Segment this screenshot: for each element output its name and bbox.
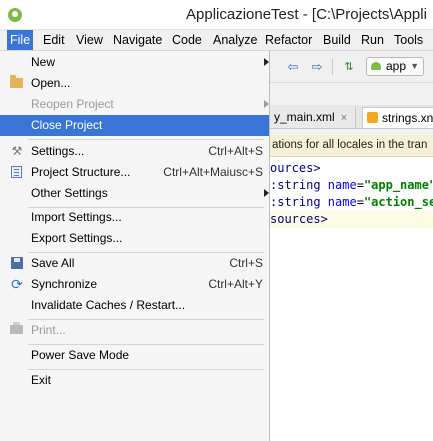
menu-item-label: Invalidate Caches / Restart...: [31, 298, 186, 312]
menu-item-synchronize[interactable]: ⟳ Synchronize Ctrl+Alt+Y: [0, 274, 269, 295]
menu-navigate[interactable]: Navigate: [110, 30, 165, 50]
code-line: :string name="action_se: [270, 194, 433, 211]
menu-item-label: Import Settings...: [31, 210, 122, 224]
menu-item-label: Reopen Project: [31, 97, 114, 111]
sync-icon: ⟳: [11, 276, 23, 292]
menu-item-shortcut: Ctrl+S: [229, 256, 263, 270]
make-project-icon[interactable]: ⇅: [340, 58, 358, 76]
menu-item-settings[interactable]: ⚒ Settings... Ctrl+Alt+S: [0, 141, 269, 162]
menu-item-label: Power Save Mode: [31, 348, 130, 362]
menu-item-save-all[interactable]: Save All Ctrl+S: [0, 253, 269, 274]
tab-strings[interactable]: strings.xn: [362, 107, 433, 128]
chevron-down-icon: ▼: [410, 61, 419, 71]
menu-code[interactable]: Code: [169, 30, 205, 50]
menu-item-label: Project Structure...: [31, 165, 131, 179]
toolbar-separator: [332, 59, 333, 75]
tab-label: strings.xn: [382, 111, 433, 125]
menu-item-shortcut: Ctrl+Alt+Maiusc+S: [163, 165, 263, 179]
run-configuration-label: app: [386, 59, 407, 73]
menu-bar: File Edit View Navigate Code Analyze Ref…: [0, 30, 433, 51]
xml-tag: sources>: [270, 212, 328, 226]
translations-notice: ations for all locales in the tran: [270, 135, 433, 157]
xml-file-icon: [367, 112, 378, 123]
menu-item-exit[interactable]: Exit: [0, 370, 269, 391]
title-bar: ApplicazioneTest - [C:\Projects\Appli: [0, 0, 433, 30]
menu-item-import-settings[interactable]: Import Settings...: [0, 207, 269, 228]
menu-item-new[interactable]: New: [0, 52, 269, 73]
code-editor[interactable]: ources> :string name="app_name" :string …: [270, 157, 433, 441]
menu-run[interactable]: Run: [358, 30, 387, 50]
menu-item-label: Save All: [31, 256, 75, 270]
xml-attribute: name: [327, 195, 357, 209]
menu-item-other-settings[interactable]: Other Settings: [0, 183, 269, 204]
save-icon: [11, 257, 23, 269]
tab-label: y_main.xml: [274, 110, 335, 124]
folder-icon: [10, 75, 23, 88]
xml-tag: :string: [270, 178, 328, 192]
code-line: :string name="app_name": [270, 177, 433, 194]
submenu-arrow-icon: [264, 100, 269, 108]
run-configuration-select[interactable]: app ▼: [366, 57, 424, 76]
arrow-left-icon[interactable]: ⇦: [284, 58, 302, 76]
arrow-right-icon[interactable]: ⇨: [308, 58, 326, 76]
project-structure-icon: [11, 166, 22, 178]
window-title: ApplicazioneTest - [C:\Projects\Appli: [186, 6, 427, 23]
menu-build[interactable]: Build: [320, 30, 354, 50]
submenu-arrow-icon: [264, 58, 269, 66]
menu-item-label: Export Settings...: [31, 231, 123, 245]
xml-tag: ources>: [270, 161, 321, 175]
xml-equals: =: [356, 195, 364, 209]
android-icon: [371, 62, 381, 70]
file-menu-dropdown: New Open... Reopen Project Close Project…: [0, 51, 270, 441]
menu-item-power-save-mode[interactable]: Power Save Mode: [0, 345, 269, 366]
menu-item-label: Synchronize: [31, 277, 98, 291]
menu-edit[interactable]: Edit: [40, 30, 68, 50]
print-icon: [10, 322, 23, 334]
menu-item-label: Other Settings: [31, 186, 108, 200]
menu-item-invalidate-caches[interactable]: Invalidate Caches / Restart...: [0, 295, 269, 316]
menu-item-shortcut: Ctrl+Alt+Y: [208, 277, 263, 291]
close-icon[interactable]: ×: [341, 112, 347, 124]
xml-tag: :string: [270, 195, 328, 209]
menu-item-project-structure[interactable]: Project Structure... Ctrl+Alt+Maiusc+S: [0, 162, 269, 183]
tab-activity-main[interactable]: y_main.xml ×: [270, 107, 356, 128]
main-toolbar: ⇦ ⇨ ⇅ app ▼: [270, 51, 433, 83]
xml-equals: =: [356, 178, 364, 192]
menu-item-label: Close Project: [31, 118, 103, 132]
xml-value: "app_name": [363, 178, 433, 192]
menu-item-close-project[interactable]: Close Project: [0, 115, 269, 136]
wrench-icon: ⚒: [11, 144, 23, 158]
menu-view[interactable]: View: [73, 30, 106, 50]
xml-attribute: name: [327, 178, 357, 192]
code-line: ources>: [270, 160, 321, 177]
menu-file[interactable]: File: [7, 30, 34, 50]
xml-value: "action_se: [363, 195, 433, 209]
menu-item-print: Print...: [0, 320, 269, 341]
menu-item-open[interactable]: Open...: [0, 73, 269, 94]
submenu-arrow-icon: [264, 189, 269, 197]
code-line: sources>: [270, 211, 433, 228]
menu-item-export-settings[interactable]: Export Settings...: [0, 228, 269, 249]
menu-item-shortcut: Ctrl+Alt+S: [208, 144, 263, 158]
menu-item-label: New: [31, 55, 56, 69]
menu-separator: [28, 139, 264, 140]
menu-item-label: Exit: [31, 373, 52, 387]
menu-refactor[interactable]: Refactor: [262, 30, 315, 50]
menu-item-label: Open...: [31, 76, 71, 90]
menu-item-label: Settings...: [31, 144, 85, 158]
android-studio-logo-icon: [8, 8, 22, 22]
menu-item-reopen-project: Reopen Project: [0, 94, 269, 115]
menu-analyze[interactable]: Analyze: [210, 30, 260, 50]
menu-item-label: Print...: [31, 323, 66, 337]
editor-tabs: y_main.xml × strings.xn: [270, 105, 433, 129]
menu-tools[interactable]: Tools: [391, 30, 426, 50]
